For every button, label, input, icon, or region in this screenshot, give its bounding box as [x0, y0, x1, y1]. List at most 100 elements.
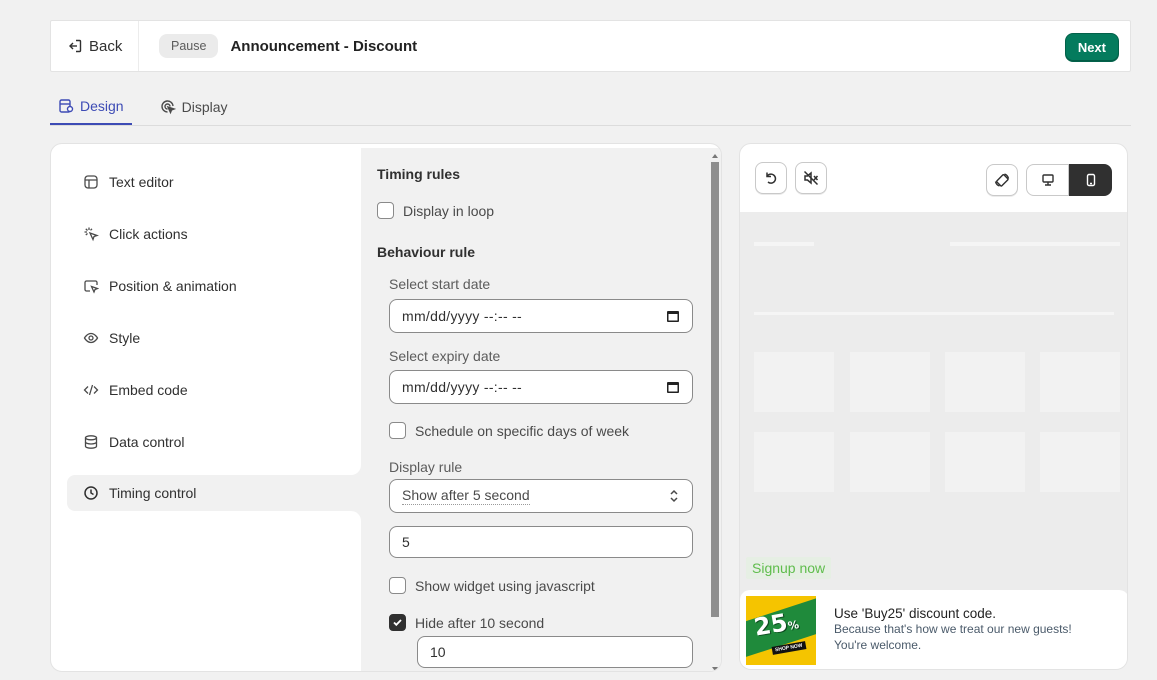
nav-item-position-animation[interactable]: Position & animation	[67, 268, 361, 304]
expiry-date-label: Select expiry date	[389, 348, 501, 364]
input-value: 10	[430, 644, 446, 660]
nav-label: Embed code	[109, 382, 188, 398]
nav-item-text-editor[interactable]: Text editor	[67, 164, 361, 200]
nav-item-style[interactable]: Style	[67, 320, 361, 356]
signup-button[interactable]: Signup now	[746, 557, 832, 579]
nav-item-timing-control[interactable]: Timing control	[67, 475, 361, 511]
nav-label: Style	[109, 330, 141, 346]
tab-display[interactable]: Display	[152, 88, 236, 125]
checkbox-box[interactable]	[389, 422, 406, 439]
nav-label: Text editor	[109, 174, 174, 190]
active-tab-connector	[351, 511, 361, 521]
cursor-click-icon	[83, 226, 99, 242]
exit-icon	[67, 38, 83, 54]
schedule-days-checkbox[interactable]: Schedule on specific days of week	[389, 422, 629, 439]
desktop-view-button[interactable]	[1026, 164, 1069, 196]
checkbox-label: Schedule on specific days of week	[415, 422, 630, 439]
orientation-button[interactable]	[986, 164, 1018, 196]
eye-icon	[83, 330, 99, 346]
back-label: Back	[89, 37, 123, 55]
checkbox-box[interactable]	[389, 577, 406, 594]
start-date-input[interactable]: mm/dd/yyyy --:-- --	[389, 299, 693, 333]
nav-label: Data control	[109, 434, 185, 450]
calendar-icon[interactable]	[666, 309, 680, 323]
display-in-loop-checkbox[interactable]: Display in loop	[377, 202, 494, 219]
nav-item-click-actions[interactable]: Click actions	[67, 216, 361, 252]
bg-ghost	[950, 242, 1120, 246]
expiry-date-input[interactable]: mm/dd/yyyy --:-- --	[389, 370, 693, 404]
bg-ghost	[1040, 352, 1120, 412]
display-rule-select[interactable]: Show after 5 second	[389, 479, 693, 513]
next-button[interactable]: Next	[1064, 33, 1119, 62]
popup-title: Use 'Buy25' discount code.	[834, 606, 996, 621]
cursor-target-icon	[160, 99, 176, 115]
preview-card: Signup now 25% SHOP NOW Use 'Buy25' disc…	[739, 143, 1128, 670]
bg-ghost	[850, 352, 930, 412]
bg-ghost	[754, 432, 834, 492]
settings-scrollbar[interactable]	[710, 152, 720, 671]
display-seconds-input[interactable]: 5	[389, 526, 693, 558]
timing-rules-heading: Timing rules	[377, 166, 460, 182]
bg-ghost	[945, 352, 1025, 412]
scroll-down-arrow[interactable]	[712, 667, 718, 671]
nav-label: Position & animation	[109, 278, 237, 294]
promo-badge-image: 25% SHOP NOW	[746, 596, 816, 665]
preview-stage: Signup now 25% SHOP NOW Use 'Buy25' disc…	[740, 212, 1127, 669]
scroll-up-arrow[interactable]	[712, 154, 718, 158]
calendar-icon[interactable]	[666, 380, 680, 394]
design-icon	[58, 98, 74, 114]
hide-seconds-input[interactable]: 10	[417, 636, 693, 668]
check-icon	[393, 619, 402, 627]
chevron-updown-icon	[668, 489, 680, 503]
input-value: 5	[402, 534, 410, 550]
tab-display-label: Display	[181, 98, 228, 115]
status-badge: Pause	[159, 34, 219, 58]
show-widget-js-checkbox[interactable]: Show widget using javascript	[389, 577, 595, 594]
rotate-device-icon	[994, 172, 1010, 188]
settings-nav: Text editor Click actions Position & ani…	[51, 144, 361, 671]
checkbox-box[interactable]	[377, 202, 394, 219]
device-switcher	[1026, 164, 1112, 196]
database-icon	[83, 434, 99, 450]
tab-design-label: Design	[80, 97, 124, 114]
bg-ghost	[754, 242, 814, 246]
mobile-icon	[1084, 173, 1098, 187]
hide-after-checkbox[interactable]: Hide after 10 second	[389, 614, 544, 631]
bg-ghost	[850, 432, 930, 492]
reset-button[interactable]	[755, 162, 787, 194]
tab-bar: Design Display	[50, 88, 1131, 126]
bg-ghost	[1040, 432, 1120, 492]
mobile-view-button[interactable]	[1069, 164, 1112, 196]
sound-toggle-button[interactable]	[795, 162, 827, 194]
announcement-popup[interactable]: 25% SHOP NOW Use 'Buy25' discount code. …	[740, 590, 1127, 669]
checkbox-box[interactable]	[389, 614, 406, 631]
date-placeholder: mm/dd/yyyy --:-- --	[402, 308, 523, 324]
display-rule-label: Display rule	[389, 459, 463, 475]
preview-toolbar	[740, 144, 1127, 212]
editor-card: Text editor Click actions Position & ani…	[50, 143, 722, 672]
bg-ghost	[754, 312, 1114, 315]
undo-icon	[763, 170, 779, 186]
page-title: Announcement - Discount	[230, 37, 418, 55]
mute-icon	[803, 170, 819, 186]
date-placeholder: mm/dd/yyyy --:-- --	[402, 379, 523, 395]
popup-line-2: You're welcome.	[834, 638, 922, 652]
desktop-icon	[1041, 173, 1055, 187]
checkbox-label: Show widget using javascript	[415, 577, 595, 594]
code-icon	[83, 382, 99, 398]
clock-icon	[83, 485, 99, 501]
layout-icon	[83, 174, 99, 190]
nav-item-embed-code[interactable]: Embed code	[67, 372, 361, 408]
behaviour-rule-heading: Behaviour rule	[377, 244, 476, 260]
checkbox-label: Hide after 10 second	[415, 614, 545, 631]
back-button[interactable]: Back	[51, 21, 139, 71]
bg-ghost	[945, 432, 1025, 492]
select-value: Show after 5 second	[402, 487, 530, 505]
tab-design[interactable]: Design	[50, 88, 132, 125]
cursor-box-icon	[83, 278, 99, 294]
start-date-label: Select start date	[389, 276, 491, 292]
nav-item-data-control[interactable]: Data control	[67, 424, 361, 460]
checkbox-label: Display in loop	[403, 202, 495, 219]
scroll-thumb[interactable]	[711, 162, 719, 617]
nav-label: Click actions	[109, 226, 188, 242]
